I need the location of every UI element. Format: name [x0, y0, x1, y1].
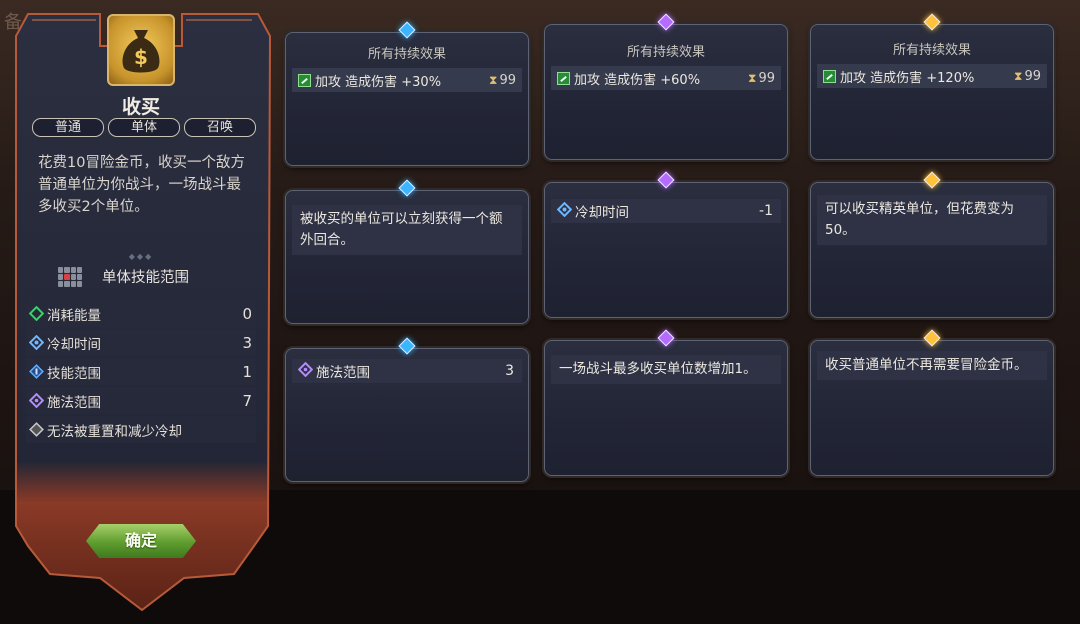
card-stat-row: 施法范围 3: [292, 359, 522, 383]
buff-row: 加攻 造成伤害 +60% ⧗ 99: [551, 66, 781, 90]
tag-single-target: 单体: [108, 118, 180, 137]
range-icon: [28, 363, 45, 380]
tag-summon: 召唤: [184, 118, 256, 137]
upgrade-card-2-2[interactable]: 冷却时间 -1: [544, 171, 788, 318]
skill-title: 收买: [121, 96, 160, 118]
range-grid-icon: [58, 266, 82, 287]
range-label: 单体技能范围: [102, 270, 189, 286]
attack-buff-icon: [823, 69, 836, 83]
stat-cast-range: 施法范围 7: [26, 387, 256, 414]
skill-stats: 消耗能量 0 冷却时间 3 技能范围 1 施法范围 7 无法被重置和减少冷却: [26, 300, 256, 445]
confirm-button[interactable]: 确定: [86, 524, 196, 558]
stat-skill-range: 技能范围 1: [26, 358, 256, 385]
stat-no-reset: 无法被重置和减少冷却: [26, 416, 256, 443]
tag-normal: 普通: [32, 118, 104, 137]
skill-range: 单体技能范围: [58, 266, 189, 287]
hourglass-icon: ⧗: [1014, 68, 1023, 83]
stat-cooldown: 冷却时间 3: [26, 329, 256, 356]
upgrade-card-3-3[interactable]: 收买普通单位不再需要冒险金币。: [810, 329, 1054, 476]
attack-buff-icon: [557, 71, 570, 85]
upgrade-card-1-3[interactable]: 施法范围 3: [285, 337, 529, 482]
skill-tags: 普通 单体 召唤: [32, 118, 256, 137]
upgrade-card-2-1[interactable]: 所有持续效果 加攻 造成伤害 +60% ⧗ 99: [544, 13, 788, 160]
buff-row: 加攻 造成伤害 +120% ⧗ 99: [817, 64, 1047, 88]
cooldown-icon: [28, 334, 45, 351]
cast-range-icon: [28, 392, 45, 409]
upgrade-card-1-2[interactable]: 被收买的单位可以立刻获得一个额外回合。: [285, 179, 529, 324]
hourglass-icon: ⧗: [748, 70, 757, 85]
stat-energy-cost: 消耗能量 0: [26, 300, 256, 327]
energy-icon: [28, 305, 45, 322]
divider: ◆◆◆: [128, 252, 154, 261]
card-stat-row: 冷却时间 -1: [551, 199, 781, 223]
no-reset-icon: [28, 421, 45, 438]
skill-detail-panel: $ 收买 普通 单体 召唤 花费10冒险金币，收买一个敌方普通单位为你战斗，一场…: [14, 6, 272, 612]
upgrade-card-3-2[interactable]: 可以收买精英单位，但花费变为50。: [810, 171, 1054, 318]
buff-row: 加攻 造成伤害 +30% ⧗ 99: [292, 68, 522, 92]
svg-text:$: $: [134, 45, 148, 69]
upgrade-card-2-3[interactable]: 一场战斗最多收买单位数增加1。: [544, 329, 788, 476]
skill-description: 花费10冒险金币，收买一个敌方普通单位为你战斗，一场战斗最多收买2个单位。: [38, 155, 245, 215]
money-bag-icon: $: [107, 14, 175, 86]
upgrade-card-3-1[interactable]: 所有持续效果 加攻 造成伤害 +120% ⧗ 99: [810, 13, 1054, 160]
cooldown-icon: [556, 201, 573, 221]
upgrade-card-1-1[interactable]: 所有持续效果 加攻 造成伤害 +30% ⧗ 99: [285, 21, 529, 166]
attack-buff-icon: [298, 73, 311, 87]
hourglass-icon: ⧗: [489, 72, 498, 87]
cast-range-icon: [297, 361, 314, 381]
